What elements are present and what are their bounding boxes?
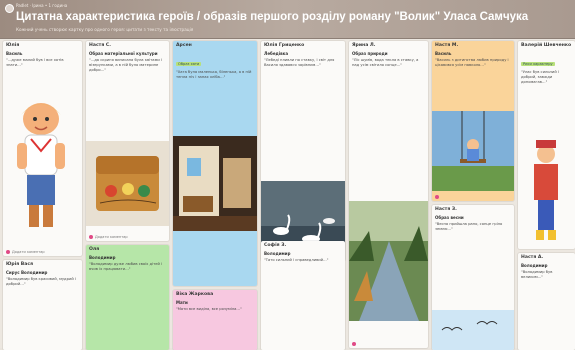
comment-icon <box>89 235 93 239</box>
post-title: Образ природи <box>352 51 388 56</box>
comment-link[interactable]: Додати коментар <box>6 250 45 254</box>
comment-icon <box>6 250 10 254</box>
post-title: Мати <box>176 300 188 305</box>
board-column-5: Ярина Л. Образ природи "Ліс шумів, вода … <box>349 41 428 348</box>
post-body: "Володимир дуже любив своїх дітей і вчив… <box>89 262 163 271</box>
comment-link[interactable] <box>435 195 441 199</box>
page-subtitle: Кожний учень створює картку про одного г… <box>16 27 194 32</box>
post-title: Образ весни <box>435 215 464 220</box>
post-body: "Ліс шумів, вода текла в ставку, а над у… <box>352 58 419 67</box>
comment-icon <box>352 342 356 346</box>
post-body: "Улас був сильний і добрий, завжди допом… <box>521 70 559 84</box>
post-body: "Хата була маленька, біленька, а в ній т… <box>176 70 252 79</box>
comment-icon <box>435 195 439 199</box>
post-card[interactable]: Віка Жаркова Мати "Мати все виділа, все … <box>173 290 257 350</box>
boy-illustration <box>3 91 82 241</box>
painted-chest-image <box>86 141 169 226</box>
post-author: Юлія Гриценко <box>264 43 305 48</box>
padlet-board: Юлія Василь "...дуже малий був і все хот… <box>0 39 575 350</box>
post-body: "...дуже малий був і все хотів знати…" <box>6 58 64 67</box>
post-author: Ярина Л. <box>352 43 376 48</box>
post-title: Володимир <box>264 251 291 256</box>
board-column-2: Настя С. Образ матеріальної культури "..… <box>86 41 169 350</box>
post-card[interactable]: Юлія Василь "...дуже малий був і все хот… <box>3 41 82 256</box>
post-author: Арсен <box>176 43 192 48</box>
post-author: Настя З. <box>435 207 457 212</box>
user-avatar[interactable] <box>5 4 14 13</box>
post-body: "Василь з дитинства любив природу і ціка… <box>435 58 509 67</box>
board-column-6: Настя М. Василь "Василь з дитинства люби… <box>432 41 514 350</box>
post-card[interactable]: Настя З. Образ весни "Весна прийшла рано… <box>432 205 514 350</box>
post-body: "Лебеді пливли по ставку, і світ для Вас… <box>264 58 335 67</box>
post-author: Оля <box>89 247 100 252</box>
post-body: "Мати все виділа, все розуміла…" <box>176 307 242 311</box>
post-body: "Володимир був великим…" <box>521 270 553 279</box>
board-header: Padlet · Ірина • 1 година Цитатна характ… <box>0 0 575 39</box>
board-column-7: Валерій Шевченко Риси характеру "Улас бу… <box>518 41 575 350</box>
post-author: Настя С. <box>89 43 111 48</box>
post-title: Василь <box>6 51 23 56</box>
breadcrumb: Padlet · Ірина • 1 година <box>16 3 68 8</box>
post-card[interactable]: Оля Володимир "Володимир дуже любив свої… <box>86 245 169 350</box>
post-card[interactable]: Ярина Л. Образ природи "Ліс шумів, вода … <box>349 41 428 348</box>
post-author: Настя А. <box>521 255 544 260</box>
comment-link[interactable]: Додати коментар <box>89 235 128 239</box>
post-title: Володимир <box>521 263 548 268</box>
forest-river-image <box>349 201 428 321</box>
post-body: "Весна прийшла рано, сонце гріло землю…" <box>435 222 503 231</box>
post-card[interactable]: Настя М. Василь "Василь з дитинства люби… <box>432 41 514 201</box>
post-author: Софія З. <box>264 243 287 248</box>
post-card[interactable]: Валерій Шевченко Риси характеру "Улас бу… <box>518 41 575 249</box>
comment-link[interactable] <box>352 342 358 346</box>
post-author: Юлія <box>6 43 20 48</box>
post-card[interactable]: Настя С. Образ матеріальної культури "..… <box>86 41 169 241</box>
post-tag: Риси характеру <box>521 62 555 66</box>
post-card[interactable]: Настя А. Володимир "Володимир був велики… <box>518 253 575 350</box>
birds-in-sky-image <box>432 310 514 350</box>
post-title: Лебедівка <box>264 51 289 56</box>
post-title: Сирус Володимир <box>6 270 48 275</box>
post-card[interactable]: Юрія Вася Сирус Володимир "Володимир був… <box>3 260 82 350</box>
post-author: Валерій Шевченко <box>521 43 572 48</box>
board-column-1: Юлія Василь "...дуже малий був і все хот… <box>3 41 82 350</box>
board-column-4: Юлія Гриценко Лебедівка "Лебеді пливли п… <box>261 41 345 350</box>
post-body: "Володимир був красивий, мудрий і добрий… <box>6 277 76 286</box>
post-body: "Тато сильний і справедливий…" <box>264 258 329 262</box>
page-title: Цитатна характеристика героїв / образів … <box>16 11 529 23</box>
post-card[interactable]: Софія З. Володимир "Тато сильний і справ… <box>261 241 345 350</box>
post-tag: Образ хати <box>176 62 202 66</box>
board-column-3: Арсен Образ хати "Хата була маленька, бі… <box>173 41 257 350</box>
post-title: Володимир <box>89 255 116 260</box>
cossack-figure-image <box>518 136 575 246</box>
post-card[interactable]: Арсен Образ хати "Хата була маленька, бі… <box>173 41 257 286</box>
child-on-swing-image <box>432 111 514 191</box>
post-title: Образ матеріальної культури <box>89 51 158 56</box>
post-author: Віка Жаркова <box>176 292 214 297</box>
post-author: Настя М. <box>435 43 459 48</box>
post-title: Василь <box>435 51 452 56</box>
post-body: "...да скриня виписана була квітами і ві… <box>89 58 162 72</box>
post-author: Юрія Вася <box>6 262 34 267</box>
village-house-image <box>173 136 257 231</box>
post-card[interactable]: Юлія Гриценко Лебедівка "Лебеді пливли п… <box>261 41 345 261</box>
